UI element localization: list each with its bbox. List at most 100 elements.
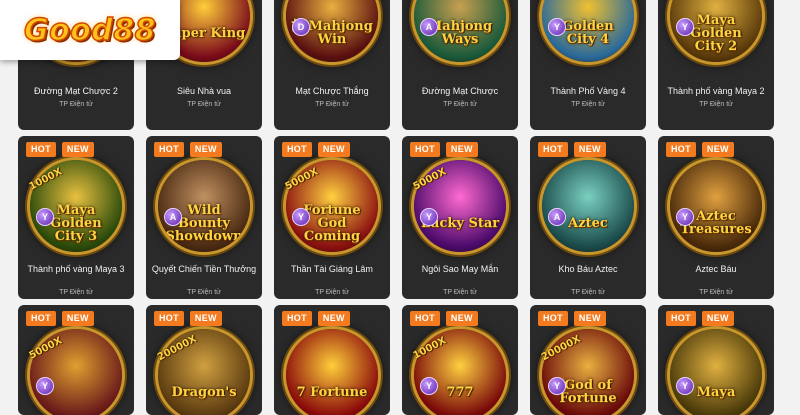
badge-group: HOT NEW — [282, 311, 350, 326]
game-card[interactable]: Golden City 4Y1700XThành Phố Vàng 4TP Đi… — [530, 0, 646, 130]
game-title[interactable]: Quyết Chiến Tiền Thưởng — [150, 264, 258, 275]
provider-icon: Y — [676, 208, 694, 226]
new-badge: NEW — [573, 311, 606, 326]
new-badge: NEW — [701, 311, 734, 326]
game-title[interactable]: Thành Phố Vàng 4 — [534, 86, 642, 97]
provider-icon: Y — [420, 208, 438, 226]
brand-logo-text: Good88 — [23, 12, 157, 49]
provider-icon: Y — [548, 377, 566, 395]
game-thumbnail[interactable]: Maya — [670, 329, 762, 415]
game-logo-text: Aztec — [568, 215, 608, 231]
provider-icon: Y — [36, 377, 54, 395]
game-provider-label: TP Điện tử — [59, 289, 93, 296]
game-logo-text: 777 — [446, 384, 474, 400]
badge-group: HOT NEW — [538, 142, 606, 157]
new-badge: NEW — [317, 142, 350, 157]
game-card[interactable]: HOT NEW Maya Golden City 3 Y 1000X Thành phố … — [18, 136, 134, 299]
new-badge: NEW — [189, 142, 222, 157]
game-card[interactable]: HOT NEW God of Fortune Y 20000X — [530, 305, 646, 415]
game-thumbnail[interactable]: Aztec — [542, 160, 634, 252]
game-title[interactable]: Kho Báu Aztec — [534, 264, 642, 275]
game-title[interactable]: Đường Mạt Chược — [406, 86, 514, 97]
hot-badge: HOT — [26, 311, 56, 326]
badge-group: HOT NEW — [154, 142, 222, 157]
game-provider-label: TP Điện tử — [443, 101, 477, 108]
game-card[interactable]: HOT NEW Dragon's 20000X — [146, 305, 262, 415]
new-badge: NEW — [445, 311, 478, 326]
hot-badge: HOT — [282, 311, 312, 326]
provider-icon: Y — [676, 18, 694, 36]
game-card[interactable]: HOT NEW Wild Bounty Showdown A Quyết Chiến T… — [146, 136, 262, 299]
game-thumbnail[interactable]: 7 Fortune — [286, 329, 378, 415]
game-card[interactable]: HOT NEW Maya Y — [658, 305, 774, 415]
game-card[interactable]: HOT NEW 7 Fortune — [274, 305, 390, 415]
hot-badge: HOT — [666, 311, 696, 326]
game-thumbnail[interactable]: God of Fortune — [542, 329, 634, 415]
hot-badge: HOT — [538, 311, 568, 326]
game-title[interactable]: Thành phố vàng Maya 3 — [22, 264, 130, 275]
game-card[interactable]: HOT NEW Aztec Treasures Y Aztec Báu TP Điện t… — [658, 136, 774, 299]
badge-group: HOT NEW — [410, 311, 478, 326]
game-thumbnail[interactable]: Dragon's — [158, 329, 250, 415]
hot-badge: HOT — [154, 142, 184, 157]
badge-group: HOT NEW — [666, 142, 734, 157]
badge-group: HOT NEW — [666, 311, 734, 326]
game-logo-text: Maya — [696, 384, 736, 400]
new-badge: NEW — [61, 142, 94, 157]
game-title[interactable]: Aztec Báu — [662, 264, 770, 275]
provider-icon: A — [548, 208, 566, 226]
new-badge: NEW — [573, 142, 606, 157]
game-thumbnail[interactable]: Aztec Treasures — [670, 160, 762, 252]
provider-icon: A — [420, 18, 438, 36]
hot-badge: HOT — [666, 142, 696, 157]
badge-group: HOT NEW — [538, 311, 606, 326]
game-card[interactable]: HOT NEW Aztec A Kho Báu Aztec TP Điện tử — [530, 136, 646, 299]
hot-badge: HOT — [410, 311, 440, 326]
game-title[interactable]: Đường Mạt Chược 2 — [22, 86, 130, 97]
game-card[interactable]: HOT NEW 777 Y 1000X — [402, 305, 518, 415]
provider-icon: D — [292, 18, 310, 36]
game-card[interactable]: HOT NEW Y 5000X — [18, 305, 134, 415]
badge-group: HOT NEW — [26, 311, 94, 326]
new-badge: NEW — [61, 311, 94, 326]
hot-badge: HOT — [154, 311, 184, 326]
new-badge: NEW — [445, 142, 478, 157]
badge-group: HOT NEW — [26, 142, 94, 157]
game-title[interactable]: Siêu Nhà vua — [150, 86, 258, 97]
game-provider-label: TP Điện tử — [571, 101, 605, 108]
hot-badge: HOT — [282, 142, 312, 157]
game-card[interactable]: HOT NEW Fortune God Coming Y 5000X Thần Tài G… — [274, 136, 390, 299]
new-badge: NEW — [701, 142, 734, 157]
game-logo-text: Dragon's — [171, 384, 237, 400]
provider-icon: A — [164, 208, 182, 226]
provider-icon: Y — [676, 377, 694, 395]
provider-icon: Y — [292, 208, 310, 226]
game-provider-label: TP Điện tử — [315, 101, 349, 108]
hot-badge: HOT — [26, 142, 56, 157]
badge-group: HOT NEW — [410, 142, 478, 157]
game-provider-label: TP Điện tử — [187, 289, 221, 296]
game-title[interactable]: Mạt Chược Thắng — [278, 86, 386, 97]
game-provider-label: TP Điện tử — [571, 289, 605, 296]
game-provider-label: TP Điện tử — [699, 101, 733, 108]
game-title[interactable]: Ngôi Sao May Mắn — [406, 264, 514, 275]
game-title[interactable]: Thành phố vàng Maya 2 — [662, 86, 770, 97]
new-badge: NEW — [317, 311, 350, 326]
game-card[interactable]: Maya Golden City 2Y1125XThành phố vàng M… — [658, 0, 774, 130]
game-card[interactable]: Mahjong Ways A Đường Mạt Chược TP Điện tử — [402, 0, 518, 130]
hot-badge: HOT — [410, 142, 440, 157]
hot-badge: HOT — [538, 142, 568, 157]
badge-group: HOT NEW — [154, 311, 222, 326]
game-title[interactable]: Thần Tài Giáng Lâm — [278, 264, 386, 275]
game-card[interactable]: 胡 Mahjong Win D Mạt Chược Thắng TP Điện tử — [274, 0, 390, 130]
brand-logo[interactable]: Good88 — [0, 0, 180, 60]
provider-icon: Y — [548, 18, 566, 36]
game-provider-label: TP Điện tử — [699, 289, 733, 296]
badge-group: HOT NEW — [282, 142, 350, 157]
game-logo-text: 7 Fortune — [296, 384, 368, 400]
game-provider-label: TP Điện tử — [187, 101, 221, 108]
game-thumbnail[interactable]: Wild Bounty Showdown — [158, 160, 250, 252]
game-card[interactable]: HOT NEW Lucky Star Y 5000X Ngôi Sao May Mắn TP… — [402, 136, 518, 299]
provider-icon: Y — [36, 208, 54, 226]
game-provider-label: TP Điện tử — [59, 101, 93, 108]
